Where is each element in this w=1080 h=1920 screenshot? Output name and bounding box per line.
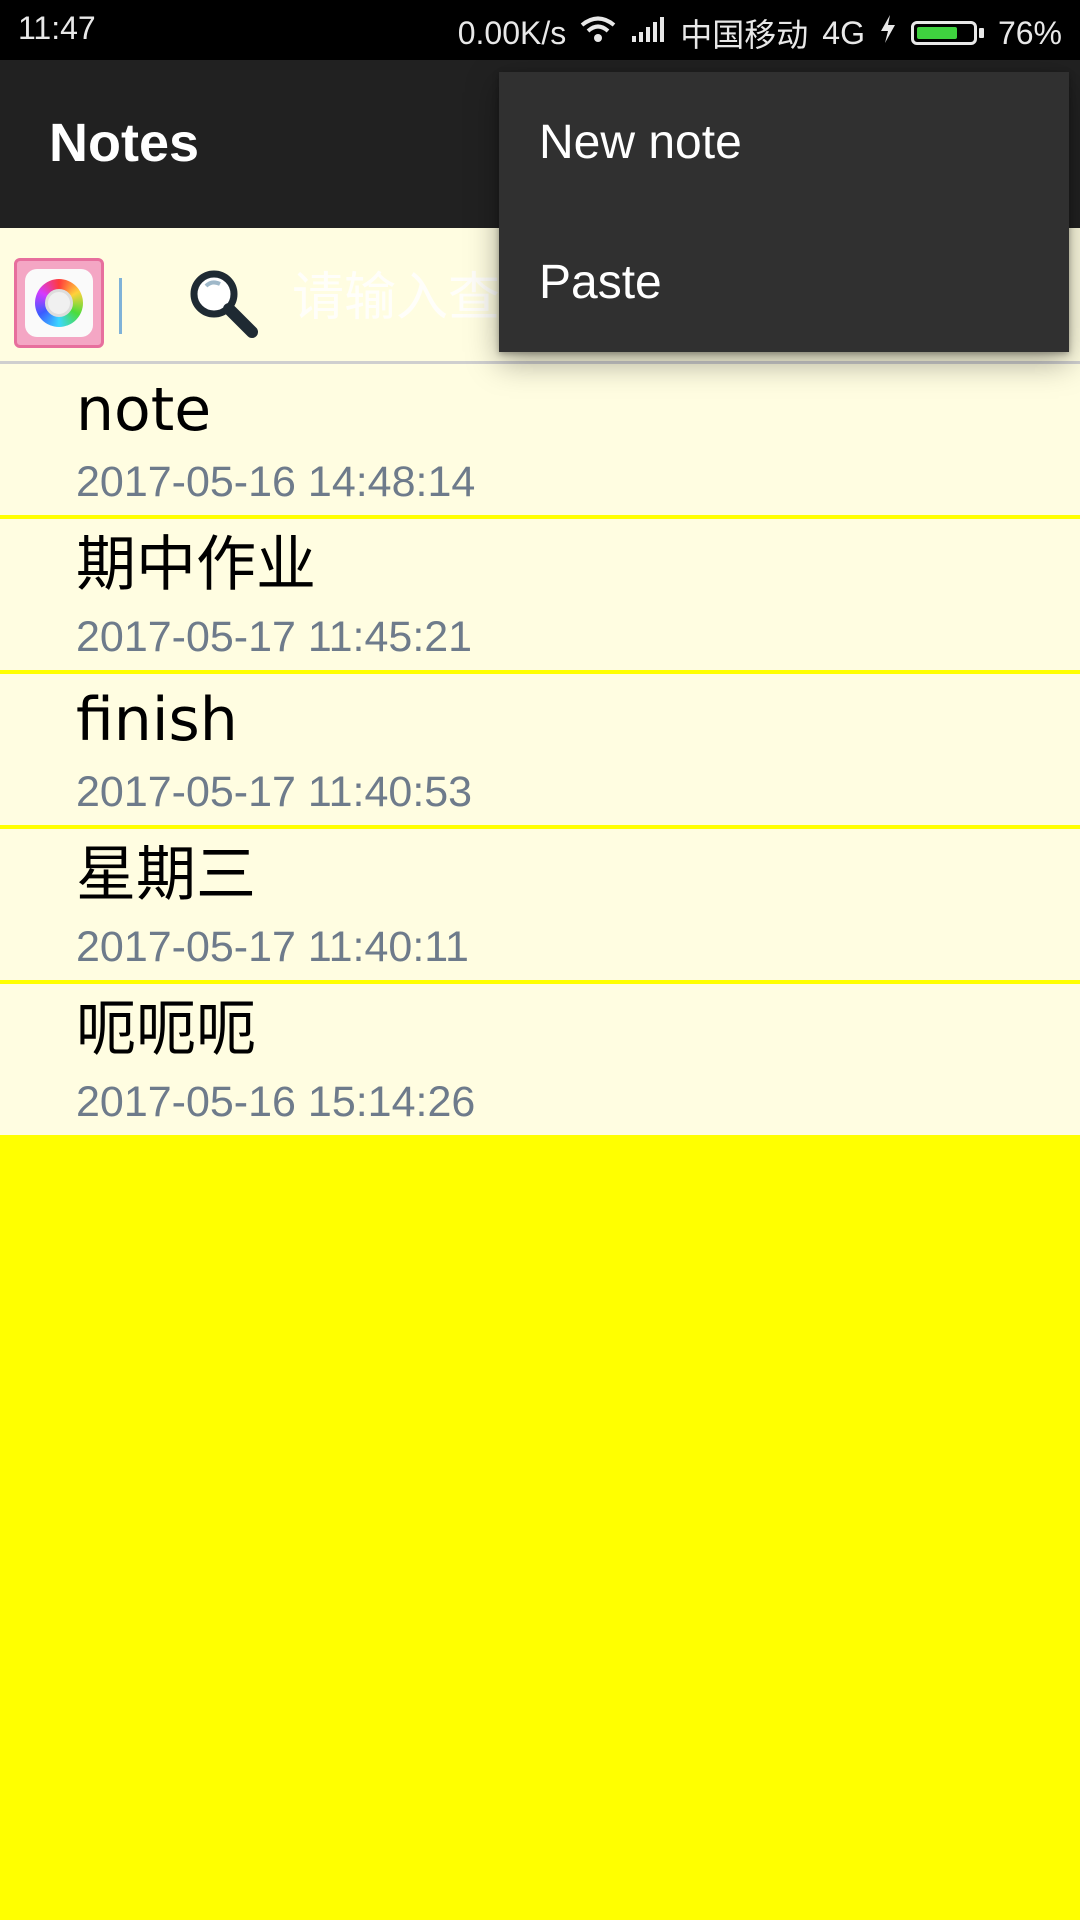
color-wheel-icon xyxy=(25,269,93,337)
list-item[interactable]: 呃呃呃 2017-05-16 15:14:26 xyxy=(0,984,1080,1135)
color-palette-button[interactable] xyxy=(14,258,104,348)
status-bar: 11:47 0.00K/s 中国移动 4G 76% xyxy=(0,0,1080,60)
note-date: 2017-05-17 11:40:11 xyxy=(76,923,469,971)
battery-icon xyxy=(910,21,984,45)
list-item[interactable]: finish 2017-05-17 11:40:53 xyxy=(0,674,1080,829)
list-item[interactable]: 星期三 2017-05-17 11:40:11 xyxy=(0,829,1080,984)
note-date: 2017-05-17 11:40:53 xyxy=(76,768,473,816)
search-icon[interactable] xyxy=(182,264,262,344)
carrier: 中国移动 xyxy=(680,17,809,53)
page-title: Notes xyxy=(49,113,200,173)
list-item[interactable]: 期中作业 2017-05-17 11:45:21 xyxy=(0,519,1080,674)
note-title: 星期三 xyxy=(76,840,256,910)
menu-item-new-note[interactable]: New note xyxy=(499,72,1069,212)
note-title: finish xyxy=(76,685,238,755)
note-date: 2017-05-16 14:48:14 xyxy=(76,458,476,506)
text-cursor xyxy=(119,278,122,334)
battery-fill xyxy=(916,27,957,39)
network-type: 4G xyxy=(822,14,865,51)
note-list: note 2017-05-16 14:48:14 期中作业 2017-05-17… xyxy=(0,364,1080,1135)
menu-item-paste[interactable]: Paste xyxy=(499,212,1069,352)
note-date: 2017-05-16 15:14:26 xyxy=(76,1078,476,1126)
status-right: 0.00K/s 中国移动 4G 76% xyxy=(458,10,1062,56)
note-title: note xyxy=(76,375,212,445)
signal-icon xyxy=(630,15,666,52)
network-speed: 0.00K/s xyxy=(457,14,567,51)
charging-icon xyxy=(879,14,897,52)
status-time: 11:47 xyxy=(18,10,96,46)
overflow-menu: New note Paste xyxy=(499,72,1069,352)
battery-percent: 76% xyxy=(997,14,1062,51)
list-item[interactable]: note 2017-05-16 14:48:14 xyxy=(0,364,1080,519)
note-date: 2017-05-17 11:45:21 xyxy=(76,613,473,661)
note-title: 期中作业 xyxy=(76,530,316,600)
wifi-icon xyxy=(580,15,616,52)
screen: 11:47 0.00K/s 中国移动 4G 76% Notes 请输入查找内容 … xyxy=(0,0,1080,1920)
note-title: 呃呃呃 xyxy=(76,995,256,1065)
